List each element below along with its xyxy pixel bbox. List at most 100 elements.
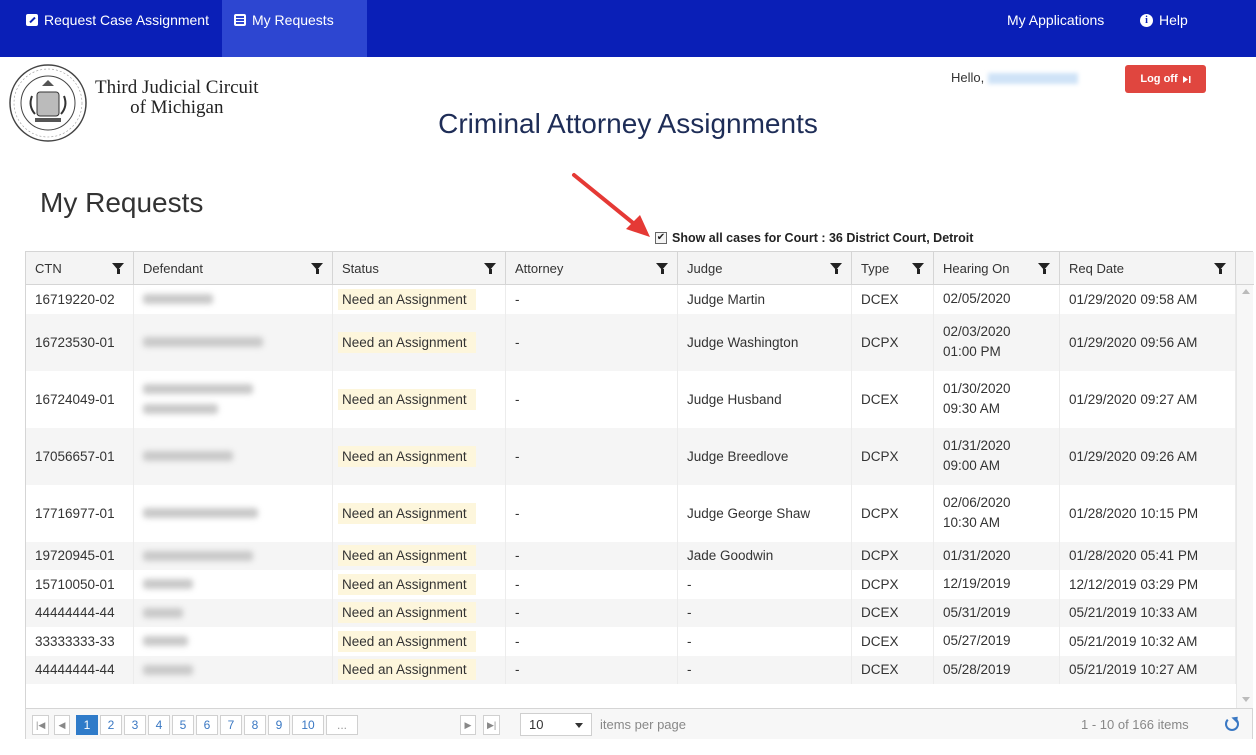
cell-defendant: [134, 598, 333, 627]
cell-ctn: 15710050-01: [26, 570, 134, 599]
cell-hearing-on-text: 05/27/2019: [943, 633, 1011, 649]
cell-judge-text: -: [687, 605, 692, 621]
filter-icon[interactable]: [112, 263, 124, 274]
table-row[interactable]: 16719220-02 Need an Assignment - Judge Mart…: [26, 285, 1236, 314]
column-header-ctn[interactable]: CTN: [26, 252, 134, 285]
table-row[interactable]: 33333333-33 Need an Assignment - - DCEX 05/27…: [26, 627, 1236, 656]
filter-icon[interactable]: [912, 263, 924, 274]
items-per-page-value: 10: [529, 717, 544, 732]
defendant-name-redacted: [143, 508, 258, 518]
show-all-cases-toggle[interactable]: ✔ Show all cases for Court : 36 District…: [655, 231, 973, 245]
grid-header: CTN Defendant Status Attorney Judge Type…: [26, 252, 1254, 285]
column-header-defendant[interactable]: Defendant: [134, 252, 333, 285]
logoff-button[interactable]: Log off: [1125, 65, 1206, 93]
nav-request-case-assignment[interactable]: Request Case Assignment: [14, 0, 221, 40]
cell-judge: Judge Husband: [678, 370, 852, 428]
nav-help[interactable]: i Help: [1128, 0, 1200, 40]
edit-icon: [26, 14, 38, 26]
table-row[interactable]: 17716977-01 Need an Assignment - Judge Geor…: [26, 484, 1236, 542]
cell-hearing-on: 01/31/2020: [934, 541, 1060, 570]
cell-req-date: 01/29/2020 09:27 AM: [1060, 370, 1236, 428]
pager-page-button[interactable]: 7: [220, 715, 242, 735]
cell-attorney-text: -: [515, 391, 520, 407]
nav-my-requests[interactable]: My Requests: [222, 0, 367, 57]
defendant-name-redacted: [143, 664, 193, 675]
status-badge: Need an Assignment: [338, 602, 476, 624]
defendant-name-redacted: [143, 550, 253, 561]
column-header-judge[interactable]: Judge: [678, 252, 852, 285]
table-row[interactable]: 15710050-01 Need an Assignment - - DCPX 12/19…: [26, 570, 1236, 599]
items-per-page-select[interactable]: 10: [520, 713, 592, 736]
table-row[interactable]: 44444444-44 Need an Assignment - - DCEX 05/31…: [26, 598, 1236, 627]
pager-page-button[interactable]: 1: [76, 715, 98, 735]
cell-judge-text: Judge Washington: [687, 334, 799, 350]
cell-type: DCEX: [852, 285, 934, 314]
cell-req-date: 12/12/2019 03:29 PM: [1060, 570, 1236, 599]
cell-type: DCEX: [852, 655, 934, 684]
cell-judge: -: [678, 598, 852, 627]
cell-judge: Judge George Shaw: [678, 484, 852, 542]
cell-status: Need an Assignment: [333, 570, 506, 599]
scroll-up-icon[interactable]: [1242, 289, 1250, 294]
pager-page-button[interactable]: 2: [100, 715, 122, 735]
scroll-down-icon[interactable]: [1242, 697, 1250, 702]
column-header-attorney[interactable]: Attorney: [506, 252, 678, 285]
pager-first-button[interactable]: |◀: [32, 715, 50, 735]
pager-page-button[interactable]: ...: [326, 715, 358, 735]
filter-icon[interactable]: [656, 263, 668, 274]
cell-defendant: [134, 541, 333, 570]
cell-type-text: DCPX: [861, 548, 899, 564]
cell-req-date: 05/21/2019 10:33 AM: [1060, 598, 1236, 627]
cell-ctn: 17716977-01: [26, 484, 134, 542]
nav-label: My Applications: [1007, 12, 1105, 28]
filter-icon[interactable]: [1214, 263, 1226, 274]
table-row[interactable]: 44444444-44 Need an Assignment - - DCEX 05/28…: [26, 655, 1236, 684]
pager-page-button[interactable]: 9: [268, 715, 290, 735]
defendant-name-redacted: [143, 579, 193, 590]
pager-next-button[interactable]: ▶: [460, 715, 476, 735]
nav-my-applications[interactable]: My Applications: [995, 0, 1116, 40]
table-row[interactable]: 17056657-01 Need an Assignment - Judge Bree…: [26, 427, 1236, 485]
cell-judge-text: Judge Martin: [687, 291, 766, 307]
column-header-hearing-on[interactable]: Hearing On: [934, 252, 1060, 285]
column-header-status[interactable]: Status: [333, 252, 506, 285]
cell-type-text: DCPX: [861, 448, 899, 464]
cell-req-date-text: 01/29/2020 09:56 AM: [1069, 334, 1198, 350]
show-all-checkbox[interactable]: ✔: [655, 232, 667, 244]
refresh-icon[interactable]: [1225, 717, 1239, 731]
column-header-req-date[interactable]: Req Date: [1060, 252, 1236, 285]
table-row[interactable]: 16723530-01 Need an Assignment - Judge Wash…: [26, 313, 1236, 371]
pager-page-button[interactable]: 4: [148, 715, 170, 735]
table-row[interactable]: 16724049-01 Need an Assignment - Judge Husb…: [26, 370, 1236, 428]
pager-last-button[interactable]: ▶|: [483, 715, 501, 735]
pager-page-button[interactable]: 3: [124, 715, 146, 735]
cell-hearing-on: 02/03/2020 01:00 PM: [934, 313, 1060, 371]
cell-req-date: 01/29/2020 09:26 AM: [1060, 427, 1236, 485]
pager-page-button[interactable]: 6: [196, 715, 218, 735]
pager-prev-button[interactable]: ◀: [54, 715, 70, 735]
cell-ctn-text: 16724049-01: [35, 391, 115, 407]
pager-page-button[interactable]: 5: [172, 715, 194, 735]
pager-page-button[interactable]: 8: [244, 715, 266, 735]
cell-attorney-text: -: [515, 334, 520, 350]
cell-req-date: 05/21/2019 10:27 AM: [1060, 655, 1236, 684]
top-navbar: Request Case Assignment My Requests My A…: [0, 0, 1256, 57]
cell-attorney: -: [506, 598, 678, 627]
cell-type: DCEX: [852, 598, 934, 627]
cell-type-text: DCEX: [861, 662, 899, 678]
column-header-type[interactable]: Type: [852, 252, 934, 285]
status-badge: Need an Assignment: [338, 331, 476, 353]
cell-type-text: DCPX: [861, 505, 899, 521]
status-badge: Need an Assignment: [338, 502, 476, 524]
cell-hearing-on-text: 05/31/2019: [943, 604, 1011, 620]
cell-type-text: DCEX: [861, 391, 899, 407]
filter-icon[interactable]: [1038, 263, 1050, 274]
filter-icon[interactable]: [311, 263, 323, 274]
cell-ctn-text: 17716977-01: [35, 505, 115, 521]
grid-scrollbar[interactable]: [1236, 285, 1253, 708]
filter-icon[interactable]: [484, 263, 496, 274]
filter-icon[interactable]: [830, 263, 842, 274]
cell-attorney: -: [506, 370, 678, 428]
pager-page-button[interactable]: 10: [292, 715, 324, 735]
table-row[interactable]: 19720945-01 Need an Assignment - Jade Goodw…: [26, 541, 1236, 570]
